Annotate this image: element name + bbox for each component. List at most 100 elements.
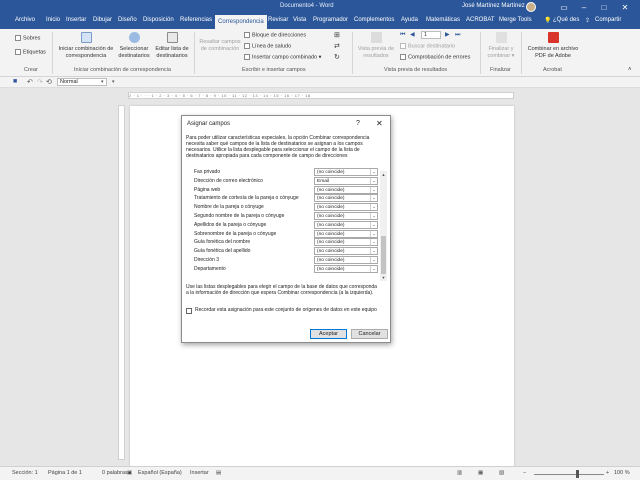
tab-acrobat[interactable]: ACROBAT bbox=[466, 17, 495, 23]
field-select[interactable]: (no coincide) ⌄ bbox=[314, 247, 378, 256]
remember-label[interactable]: Recordar esta asignación para este conju… bbox=[195, 307, 385, 313]
macro-record-icon[interactable]: ▤ bbox=[216, 470, 221, 476]
scroll-up-icon[interactable]: ▲ bbox=[380, 171, 387, 178]
bloque-direcciones-button[interactable]: Bloque de direcciones bbox=[244, 32, 306, 39]
tab-revisar[interactable]: Revisar bbox=[268, 17, 288, 23]
resaltar-campos-button[interactable]: Resaltar campos de combinación bbox=[197, 39, 243, 53]
remember-checkbox[interactable] bbox=[186, 308, 192, 314]
redo-icon[interactable]: ↷ bbox=[37, 78, 43, 86]
share-button[interactable]: Compartir bbox=[595, 17, 621, 23]
chevron-down-icon[interactable]: ⌄ bbox=[370, 221, 377, 228]
ok-button[interactable]: Aceptar bbox=[310, 329, 347, 339]
tab-matematicas[interactable]: Matemáticas bbox=[426, 17, 460, 23]
field-list-scrollbar[interactable]: ▲ ▼ bbox=[380, 171, 387, 281]
tab-merge-tools[interactable]: Merge Tools bbox=[499, 17, 532, 23]
record-number-input[interactable]: 1 bbox=[421, 31, 441, 39]
repeat-icon[interactable]: ⟲ bbox=[46, 78, 52, 86]
tab-diseno[interactable]: Diseño bbox=[118, 17, 137, 23]
buscar-destinatario-button[interactable]: Buscar destinatario bbox=[400, 43, 455, 50]
previous-record-button[interactable]: ◀ bbox=[410, 32, 415, 39]
chevron-down-icon[interactable]: ⌄ bbox=[370, 230, 377, 237]
customize-qat-icon[interactable]: ▾ bbox=[112, 79, 115, 85]
zoom-in-icon[interactable]: + bbox=[606, 470, 609, 476]
rules-icon[interactable]: ⊞ bbox=[334, 32, 340, 39]
chevron-down-icon[interactable]: ⌄ bbox=[370, 239, 377, 246]
chevron-down-icon[interactable]: ⌄ bbox=[370, 169, 377, 175]
ribbon-display-icon[interactable]: ▭ bbox=[556, 1, 572, 14]
language-indicator[interactable]: Español (España) bbox=[138, 470, 182, 476]
insert-mode[interactable]: Insertar bbox=[190, 470, 209, 476]
maximize-icon[interactable]: □ bbox=[596, 1, 612, 14]
tab-disposicion[interactable]: Disposición bbox=[143, 17, 174, 23]
combinar-pdf-button[interactable]: Combinar en archivo PDF de Adobe bbox=[524, 32, 582, 60]
iniciar-combinacion-button[interactable]: Iniciar combinación de correspondencia bbox=[58, 32, 114, 60]
editar-lista-button[interactable]: Editar lista de destinatarios bbox=[154, 32, 190, 60]
sobres-button[interactable]: Sobres bbox=[15, 35, 40, 42]
help-icon[interactable]: ? bbox=[356, 120, 360, 127]
comprobacion-errores-button[interactable]: Comprobación de errores bbox=[400, 54, 470, 61]
field-select[interactable]: (no coincide) ⌄ bbox=[314, 203, 378, 212]
style-dropdown-icon[interactable]: ▾ bbox=[101, 79, 104, 85]
field-select[interactable]: (no coincide) ⌄ bbox=[314, 256, 378, 264]
save-icon[interactable]: ■ bbox=[13, 78, 17, 85]
zoom-level[interactable]: 100 % bbox=[614, 470, 630, 476]
user-name[interactable]: José Martínez Martínez bbox=[462, 3, 525, 9]
proofing-icon[interactable]: ▣ bbox=[127, 470, 132, 476]
linea-saludo-button[interactable]: Línea de saludo bbox=[244, 43, 291, 50]
field-select[interactable]: (no coincide) ⌄ bbox=[314, 229, 378, 238]
chevron-down-icon[interactable]: ⌄ bbox=[370, 204, 377, 211]
cancel-button[interactable]: Cancelar bbox=[351, 329, 388, 339]
horizontal-ruler[interactable]: 2 · 1 · · · 1 · 2 · 3 · 4 · 5 · 6 · 7 · … bbox=[128, 92, 514, 99]
tell-me-box[interactable]: ¿Qué des bbox=[553, 17, 579, 23]
chevron-down-icon[interactable]: ⌄ bbox=[370, 257, 377, 263]
tab-complementos[interactable]: Complementos bbox=[354, 17, 394, 23]
chevron-down-icon[interactable]: ⌄ bbox=[370, 248, 377, 255]
tab-dibujar[interactable]: Dibujar bbox=[93, 17, 112, 23]
finalizar-combinar-button[interactable]: Finalizar y combinar ▾ bbox=[484, 32, 518, 60]
match-fields-icon[interactable]: ⇄ bbox=[334, 43, 340, 50]
chevron-down-icon[interactable]: ⌄ bbox=[370, 213, 377, 219]
vista-previa-button[interactable]: Vista previa de resultados bbox=[356, 32, 396, 60]
chevron-down-icon[interactable]: ⌄ bbox=[370, 265, 377, 272]
section-indicator[interactable]: Sección: 1 bbox=[12, 470, 38, 476]
collapse-ribbon-icon[interactable]: ˄ bbox=[628, 67, 632, 74]
field-select[interactable]: (no coincide) ⌄ bbox=[314, 185, 378, 194]
dialog-close-icon[interactable]: ✕ bbox=[376, 119, 383, 128]
tab-insertar[interactable]: Insertar bbox=[66, 17, 86, 23]
page-indicator[interactable]: Página 1 de 1 bbox=[48, 470, 82, 476]
close-icon[interactable]: ✕ bbox=[617, 1, 633, 14]
field-select[interactable]: (no coincide) ⌄ bbox=[314, 238, 378, 247]
tab-programador[interactable]: Programador bbox=[313, 17, 348, 23]
zoom-slider-thumb[interactable] bbox=[575, 470, 579, 478]
last-record-button[interactable]: ⏭ bbox=[455, 32, 460, 39]
style-select[interactable]: Normal bbox=[57, 78, 107, 86]
tab-archivo[interactable]: Archivo bbox=[15, 17, 35, 23]
update-labels-icon[interactable]: ↻ bbox=[334, 54, 340, 61]
tab-inicio[interactable]: Inicio bbox=[46, 17, 60, 23]
chevron-down-icon[interactable]: ⌄ bbox=[370, 195, 377, 202]
undo-icon[interactable]: ↶ bbox=[27, 78, 33, 86]
next-record-button[interactable]: ▶ bbox=[445, 32, 450, 39]
scrollbar-thumb[interactable] bbox=[381, 236, 386, 274]
read-mode-icon[interactable]: ▥ bbox=[457, 470, 462, 476]
field-select[interactable]: Email ⌄ bbox=[314, 176, 378, 185]
zoom-slider[interactable] bbox=[534, 474, 604, 475]
tab-referencias[interactable]: Referencias bbox=[180, 17, 212, 23]
field-select[interactable]: (no coincide) ⌄ bbox=[314, 212, 378, 220]
field-select[interactable]: (no coincide) ⌄ bbox=[314, 264, 378, 273]
insertar-campo-button[interactable]: Insertar campo combinado ▾ bbox=[244, 54, 321, 61]
field-select[interactable]: (no coincide) ⌄ bbox=[314, 194, 378, 203]
word-count[interactable]: 0 palabras bbox=[102, 470, 128, 476]
tab-vista[interactable]: Vista bbox=[293, 17, 306, 23]
field-select[interactable]: (no coincide) ⌄ bbox=[314, 220, 378, 229]
field-select[interactable]: (no coincide) ⌄ bbox=[314, 168, 378, 176]
zoom-out-icon[interactable]: − bbox=[523, 470, 526, 476]
tab-ayuda[interactable]: Ayuda bbox=[401, 17, 418, 23]
share-icon[interactable]: ⇪ bbox=[585, 17, 590, 24]
seleccionar-destinatarios-button[interactable]: Seleccionar destinatarios bbox=[116, 32, 152, 60]
tab-correspondencia[interactable]: Correspondencia bbox=[215, 15, 267, 29]
minimize-icon[interactable]: – bbox=[576, 1, 592, 14]
etiquetas-button[interactable]: Etiquetas bbox=[15, 49, 46, 56]
first-record-button[interactable]: ⏮ bbox=[400, 32, 405, 39]
scroll-down-icon[interactable]: ▼ bbox=[380, 274, 387, 281]
